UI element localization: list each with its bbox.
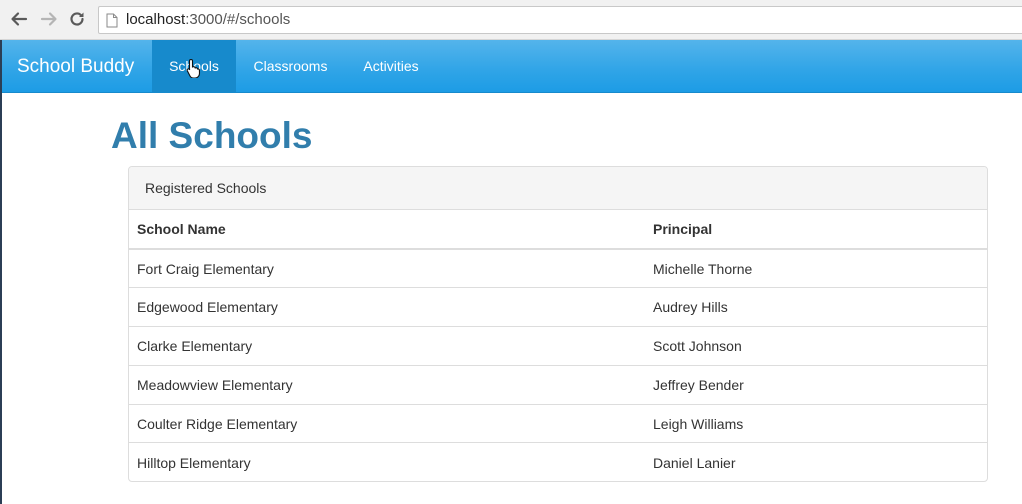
address-bar[interactable]: localhost:3000/#/schools	[98, 6, 1022, 34]
table-row[interactable]: Hilltop Elementary Daniel Lanier	[129, 442, 987, 481]
browser-toolbar: localhost:3000/#/schools	[0, 0, 1022, 40]
url-path: :3000/#/schools	[185, 11, 291, 28]
panel-heading: Registered Schools	[129, 167, 987, 210]
nav-item-activities[interactable]: Activities	[345, 40, 437, 93]
reload-button[interactable]	[66, 8, 88, 30]
table-row[interactable]: Clarke Elementary Scott Johnson	[129, 326, 987, 366]
column-header-principal: Principal	[645, 210, 987, 250]
school-name-cell: Clarke Elementary	[129, 326, 645, 366]
school-name-cell: Edgewood Elementary	[129, 287, 645, 327]
nav-item-schools[interactable]: Schools	[152, 40, 236, 93]
school-name-cell: Coulter Ridge Elementary	[129, 403, 645, 443]
table-row[interactable]: Edgewood Elementary Audrey Hills	[129, 287, 987, 327]
table-row[interactable]: Coulter Ridge Elementary Leigh Williams	[129, 403, 987, 443]
table-header-row: School Name Principal	[129, 210, 987, 250]
table-row[interactable]: Fort Craig Elementary Michelle Thorne	[129, 249, 987, 288]
brand-link[interactable]: School Buddy	[17, 40, 134, 93]
principal-cell: Daniel Lanier	[645, 442, 987, 481]
principal-cell: Scott Johnson	[645, 326, 987, 366]
page-icon	[106, 13, 118, 28]
nav-item-classrooms[interactable]: Classrooms	[236, 40, 345, 93]
schools-panel: Registered Schools School Name Principal…	[128, 166, 988, 482]
table-row[interactable]: Meadowview Elementary Jeffrey Bender	[129, 364, 987, 405]
app-navbar: School Buddy Schools Classrooms Activiti…	[2, 40, 1022, 93]
forward-arrow-icon	[40, 12, 57, 26]
back-button[interactable]	[8, 8, 30, 30]
window-edge	[0, 40, 2, 504]
column-header-school-name: School Name	[129, 210, 645, 250]
back-arrow-icon	[11, 12, 28, 26]
page-title: All Schools	[111, 115, 313, 156]
principal-cell: Michelle Thorne	[653, 260, 753, 277]
school-name-cell: Meadowview Elementary	[129, 364, 645, 405]
principal-cell: Jeffrey Bender	[645, 364, 987, 405]
schools-table: School Name Principal Fort Craig Element…	[129, 210, 987, 481]
school-name-cell: Hilltop Elementary	[129, 442, 645, 481]
forward-button[interactable]	[38, 8, 60, 30]
url-host: localhost	[126, 11, 186, 28]
principal-cell: Leigh Williams	[645, 403, 987, 443]
reload-icon	[70, 12, 84, 26]
address-url: localhost:3000/#/schools	[126, 7, 290, 33]
principal-cell: Audrey Hills	[645, 287, 987, 327]
school-name-cell: Fort Craig Elementary	[137, 260, 274, 277]
